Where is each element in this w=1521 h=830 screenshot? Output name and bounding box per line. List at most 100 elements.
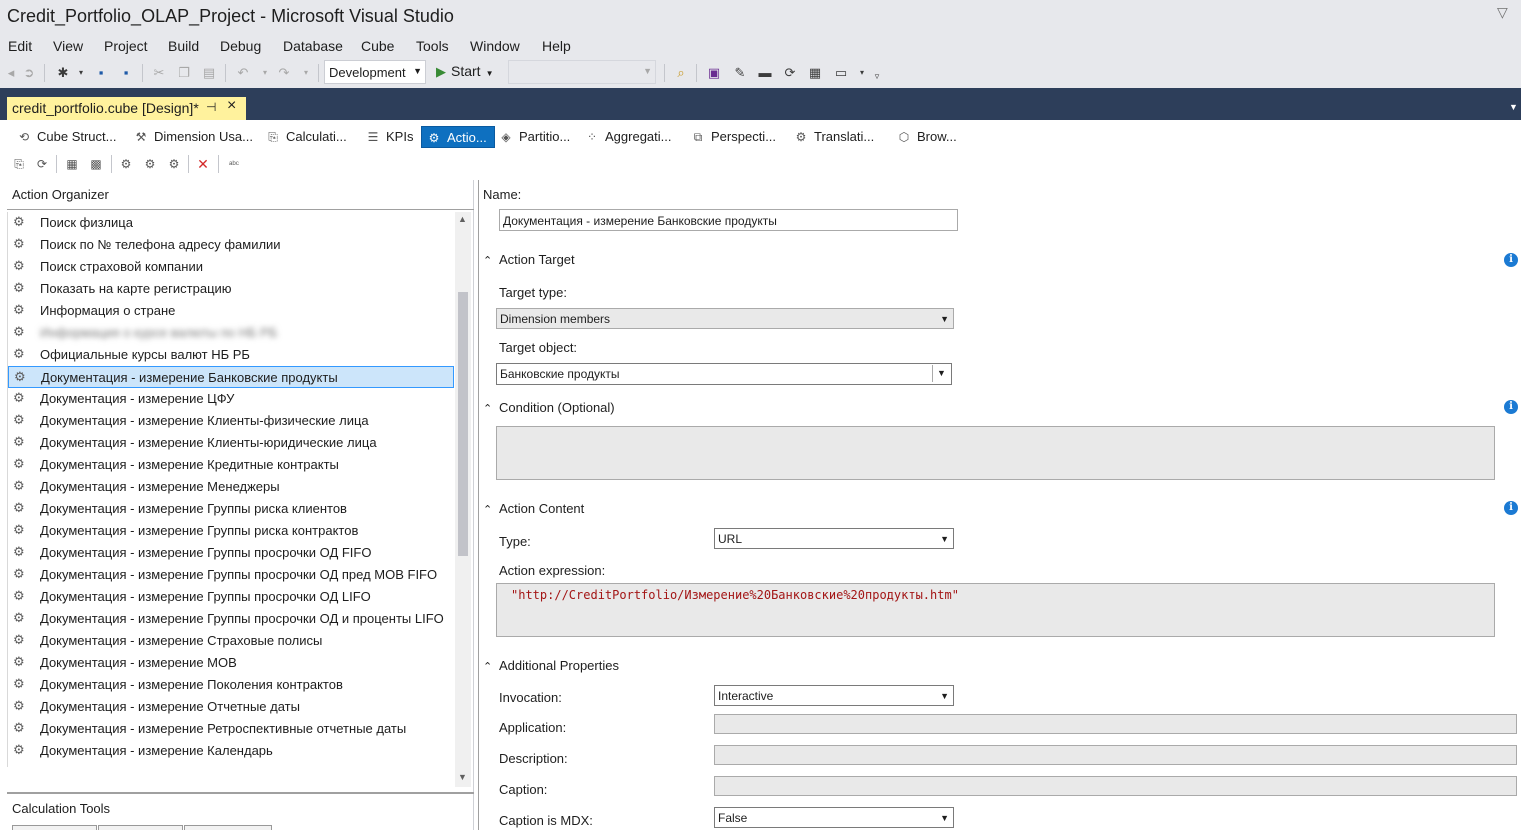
tab-kpis[interactable]: ☰ KPIs <box>361 126 417 148</box>
tab-cube-structure[interactable]: ⟲ Cube Struct... <box>12 126 120 148</box>
action-list-item[interactable]: ⚙ Документация - измерение ЦФУ <box>8 388 454 410</box>
save-all-icon[interactable]: ▪ <box>117 64 135 82</box>
new-reporting-action-icon[interactable]: ⚙ <box>141 155 159 173</box>
process-icon[interactable]: ⎘ <box>10 155 28 173</box>
filter-icon[interactable]: ▽ <box>1497 4 1508 21</box>
menu-edit[interactable]: Edit <box>8 38 32 54</box>
delete-icon[interactable]: ✕ <box>194 155 212 173</box>
tab-translations[interactable]: ⚙ Translati... <box>789 126 878 148</box>
toolbox-icon[interactable]: ▬ <box>756 64 774 82</box>
action-list-item[interactable]: ⚙ Поиск страховой компании <box>8 256 454 278</box>
action-list-item[interactable]: ⚙ Документация - измерение Менеджеры <box>8 476 454 498</box>
tab-actions[interactable]: ⚙ Actio... <box>421 126 495 148</box>
action-target-section[interactable]: ⌃ Action Target <box>483 252 575 267</box>
action-list-item[interactable]: ⚙ Документация - измерение МОВ <box>8 652 454 674</box>
target-type-select[interactable]: Dimension members ▼ <box>496 308 954 329</box>
new-action-icon[interactable]: ⚙ <box>117 155 135 173</box>
server-explorer-icon[interactable]: ▣ <box>705 64 723 82</box>
action-list-item[interactable]: ⚙ Информация о стране <box>8 300 454 322</box>
tab-list-dropdown-icon[interactable]: ▼ <box>1509 102 1518 112</box>
document-tab-cube-design[interactable]: credit_portfolio.cube [Design]* ⊣ × <box>7 97 246 120</box>
action-list-item[interactable]: ⚙ Документация - измерение Отчетные даты <box>8 696 454 718</box>
menu-tools[interactable]: Tools <box>416 38 449 54</box>
action-expression-editor[interactable]: "http://CreditPortfolio/Измерение%20Банк… <box>496 583 1495 637</box>
invocation-select[interactable]: Interactive ▼ <box>714 685 954 706</box>
new-drillthrough-action-icon[interactable]: ⚙ <box>165 155 183 173</box>
navigate-forward-icon[interactable]: ➲ <box>20 64 38 82</box>
caption-is-mdx-select[interactable]: False ▼ <box>714 807 954 828</box>
description-input[interactable] <box>714 745 1517 765</box>
copy-icon[interactable]: ❐ <box>175 64 193 82</box>
action-list-item[interactable]: ⚙ Документация - измерение Ретроспективны… <box>8 718 454 740</box>
redo-icon[interactable]: ↷ <box>275 64 293 82</box>
action-list-item[interactable]: ⚙ Показать на карте регистрацию <box>8 278 454 300</box>
action-list-item[interactable]: ⚙ Документация - измерение Группы просроч… <box>8 608 454 630</box>
action-list-item[interactable]: ⚙ Поиск по № телефона адресу фамилии <box>8 234 454 256</box>
new-project-dropdown-icon[interactable]: ▾ <box>72 64 90 82</box>
navigate-back-icon[interactable]: ◂ <box>2 64 20 82</box>
cut-icon[interactable]: ✂ <box>150 64 168 82</box>
caption-input[interactable] <box>714 776 1517 796</box>
toolbar-overflow-icon[interactable]: ▿ <box>868 67 886 85</box>
action-list-item[interactable]: ⚙ Документация - измерение Группы просроч… <box>8 586 454 608</box>
class-view-icon[interactable]: ▦ <box>806 64 824 82</box>
action-list-scrollbar[interactable]: ▲ ▼ <box>455 212 471 787</box>
action-list-item[interactable]: ⚙ Документация - измерение Клиенты-физиче… <box>8 410 454 432</box>
additional-properties-section[interactable]: ⌃ Additional Properties <box>483 658 619 673</box>
reconnect-icon[interactable]: ⟳ <box>33 155 51 173</box>
action-list-item[interactable]: ⚙ Документация - измерение Кредитные конт… <box>8 454 454 476</box>
close-icon[interactable]: × <box>227 97 236 115</box>
action-list-item[interactable]: ⚙ Документация - измерение Календарь <box>8 740 454 762</box>
menu-view[interactable]: View <box>53 38 83 54</box>
new-project-icon[interactable]: ✱ <box>54 64 72 82</box>
properties-wrench-icon[interactable]: ✎ <box>731 64 749 82</box>
menu-help[interactable]: Help <box>542 38 571 54</box>
redo-dropdown-icon[interactable]: ▾ <box>297 64 315 82</box>
target-object-select[interactable]: Банковские продукты ▼ <box>496 363 952 385</box>
menu-project[interactable]: Project <box>104 38 148 54</box>
action-list-item[interactable]: ⚙ Документация - измерение Страховые поли… <box>8 630 454 652</box>
save-icon[interactable]: ▪ <box>92 64 110 82</box>
action-list-item[interactable]: ⚙ Документация - измерение Клиенты-юридич… <box>8 432 454 454</box>
action-list-item[interactable]: ⚙ Документация - измерение Группы риска к… <box>8 520 454 542</box>
action-list-item[interactable]: ⚙ Поиск физлица <box>8 212 454 234</box>
action-list-item[interactable]: ⚙ Информация о курсе валюты по НБ РБ <box>8 322 454 344</box>
condition-section[interactable]: ⌃ Condition (Optional) <box>483 400 615 415</box>
scroll-up-icon[interactable]: ▲ <box>458 214 467 224</box>
menu-debug[interactable]: Debug <box>220 38 261 54</box>
calc-tab-templates[interactable] <box>184 825 272 830</box>
check-syntax-icon[interactable]: ᵃᵇᶜ <box>225 155 243 173</box>
calc-tab-metadata[interactable] <box>12 825 97 830</box>
undo-dropdown-icon[interactable]: ▾ <box>256 64 274 82</box>
calc-tab-functions[interactable] <box>98 825 183 830</box>
start-debugging-button[interactable]: ▶ Start ▼ <box>436 63 494 80</box>
find-in-files-icon[interactable]: ⌕ <box>672 64 690 82</box>
form-view-icon[interactable]: ▦ <box>63 155 81 173</box>
configuration-combo[interactable]: Development ▼ <box>324 60 426 84</box>
tab-browser[interactable]: ⬡ Brow... <box>892 126 961 148</box>
refresh-icon[interactable]: ⟳ <box>781 64 799 82</box>
menu-cube[interactable]: Cube <box>361 38 394 54</box>
menu-window[interactable]: Window <box>470 38 520 54</box>
tab-partitions[interactable]: ◈ Partitio... <box>494 126 574 148</box>
command-window-icon[interactable]: ▭ <box>832 64 850 82</box>
undo-icon[interactable]: ↶ <box>234 64 252 82</box>
script-view-icon[interactable]: ▩ <box>87 155 105 173</box>
action-list-item[interactable]: ⚙ Документация - измерение Банковские про… <box>8 366 454 388</box>
action-list-item[interactable]: ⚙ Документация - измерение Группы просроч… <box>8 564 454 586</box>
platform-combo[interactable]: ▼ <box>508 60 656 84</box>
info-icon[interactable]: i <box>1504 253 1518 267</box>
action-content-section[interactable]: ⌃ Action Content <box>483 501 584 516</box>
info-icon[interactable]: i <box>1504 501 1518 515</box>
tab-aggregations[interactable]: ⁘ Aggregati... <box>580 126 676 148</box>
tab-perspectives[interactable]: ⧉ Perspecti... <box>686 126 780 148</box>
action-type-select[interactable]: URL ▼ <box>714 528 954 549</box>
paste-icon[interactable]: ▤ <box>200 64 218 82</box>
tab-dimension-usage[interactable]: ⚒ Dimension Usa... <box>129 126 257 148</box>
action-list-item[interactable]: ⚙ Официальные курсы валют НБ РБ <box>8 344 454 366</box>
condition-expression-editor[interactable] <box>496 426 1495 480</box>
scroll-down-icon[interactable]: ▼ <box>458 772 467 782</box>
action-name-input[interactable]: Документация - измерение Банковские прод… <box>499 209 958 231</box>
info-icon[interactable]: i <box>1504 400 1518 414</box>
tab-calculations[interactable]: ⎘ Calculati... <box>261 126 351 148</box>
